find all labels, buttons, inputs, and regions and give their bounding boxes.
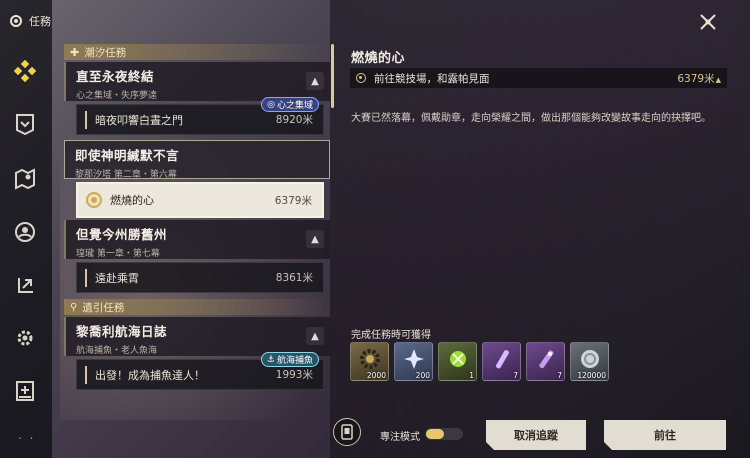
shield-banner-icon[interactable] (12, 111, 38, 137)
quest-item-label: 出發！成為捕魚達人！ (95, 368, 205, 382)
return-arrow-icon[interactable] (12, 272, 38, 298)
focus-mode-toggle[interactable] (425, 428, 463, 440)
reward-item[interactable]: 7 (526, 342, 565, 381)
terminal-device-icon[interactable] (333, 418, 361, 446)
close-icon[interactable] (695, 9, 721, 35)
quest-item-distance: 8361米 (275, 272, 313, 284)
reward-count: 7 (513, 371, 518, 380)
quest-list: ✚ 潮汐任務 直至永夜終結 心之集域・失序夢達 ▲ 暗夜叩響白晝之門 8920米… (64, 44, 330, 458)
purple-tube-icon (496, 350, 509, 369)
window-title: 任務 (29, 15, 51, 28)
chevron-up-icon[interactable]: ▲ (306, 327, 324, 345)
quest-item-label: 遠赴乘霄 (95, 271, 139, 285)
quest-group-title: 黎喬利航海日誌 (76, 324, 168, 339)
quest-group[interactable]: 但覺今州勝舊州 瑝瓏 第一章・第七幕 ▲ (64, 220, 330, 259)
list-scrollbar[interactable] (331, 44, 334, 108)
reward-count: 1 (469, 371, 474, 380)
quest-item-distance: 8920米 (275, 114, 313, 126)
toggle-knob (426, 429, 444, 439)
book-plus-icon[interactable] (12, 378, 38, 404)
quest-group-title: 直至永夜終結 (76, 69, 155, 84)
silver-coin-icon (581, 350, 599, 368)
objective-row: 前往競技場，和露帕見面 6379米▲ (350, 68, 727, 88)
chevron-up-icon[interactable]: ▲ (306, 230, 324, 248)
reward-count: 120000 (577, 371, 606, 380)
map-pin-icon[interactable] (12, 166, 38, 192)
green-gem-icon (450, 351, 466, 367)
quest-group-subtitle: 瑝瓏 第一章・第七幕 (76, 249, 160, 259)
reward-count: 200 (415, 371, 430, 380)
section-title: 潮汐任務 (84, 46, 127, 59)
quest-item-label: 燃燒的心 (110, 194, 154, 207)
quest-group[interactable]: 直至永夜終結 心之集域・失序夢達 ▲ (64, 62, 330, 101)
section-header-legacy: ⚲ 遺引任務 (64, 299, 330, 315)
quest-medal-icon (86, 192, 102, 208)
character-circle-icon[interactable] (12, 219, 38, 245)
item-marker (85, 365, 87, 384)
reward-list: 2000 200 1 7 7 120000 (350, 342, 609, 381)
quest-group[interactable]: 黎喬利航海日誌 航海捕魚・老人魚海 ▲ (64, 317, 330, 356)
purple-vial-icon (539, 350, 554, 369)
objective-marker-icon (356, 73, 366, 83)
quest-diamond-icon[interactable] (12, 58, 38, 84)
quest-item-active[interactable]: 燃燒的心 6379米 (76, 182, 324, 218)
reward-item[interactable]: 1 (438, 342, 477, 381)
reward-item[interactable]: 2000 (350, 342, 389, 381)
crystal-shard-icon (404, 349, 424, 369)
quest-item[interactable]: 出發！成為捕魚達人！ 1993米 ⚓ 航海捕魚 (76, 352, 324, 390)
quest-group-title: 但覺今州勝舊州 (76, 227, 168, 242)
reward-item[interactable]: 200 (394, 342, 433, 381)
objective-text: 前往競技場，和露帕見面 (374, 72, 490, 85)
quest-item[interactable]: 暗夜叩響白晝之門 8920米 ◎ 心之集域 (76, 97, 324, 135)
focus-mode-label: 專注模式 (380, 432, 420, 443)
quest-item-distance: 6379米 (274, 194, 312, 207)
quest-item-distance: 1993米 (275, 369, 313, 381)
quest-item[interactable]: 遠赴乘霄 8361米 (76, 262, 324, 293)
cancel-tracking-button[interactable]: 取消追蹤 (486, 420, 586, 450)
reward-item[interactable]: 120000 (570, 342, 609, 381)
up-arrow-icon: ▲ (715, 75, 721, 84)
fish-icon: ⚓ (266, 354, 275, 365)
item-marker (85, 268, 87, 287)
plus-icon: ✚ (70, 45, 80, 59)
rewards-title: 完成任務時可獲得 (351, 330, 431, 341)
settings-cog-icon[interactable] (12, 325, 38, 351)
quest-group-selected[interactable]: 即使神明緘默不言 黎那汐塔 第二章・第六幕 (64, 140, 330, 180)
objective-distance: 6379米▲ (677, 72, 721, 85)
gear-coin-icon (360, 349, 380, 369)
window-title-bar: 任務 (8, 13, 51, 29)
quest-description: 大賽已然落幕，佩戴勛章，走向榮耀之間，做出那個能夠改變故事走向的抉擇吧。 (351, 113, 711, 124)
target-icon: ◎ (267, 99, 275, 110)
settings-gear-icon[interactable] (8, 13, 24, 29)
quest-group-title: 即使神明緘默不言 (75, 148, 180, 163)
reward-count: 7 (557, 371, 562, 380)
location-pin-icon: ⚲ (70, 301, 78, 313)
go-button[interactable]: 前往 (604, 420, 726, 450)
section-title: 遺引任務 (82, 301, 125, 314)
reward-count: 2000 (366, 371, 386, 380)
section-header-tide: ✚ 潮汐任務 (64, 44, 330, 60)
rail-more-dots: . . (18, 428, 36, 442)
quest-detail-title: 燃燒的心 (351, 51, 406, 66)
reward-item[interactable]: 7 (482, 342, 521, 381)
chevron-up-icon[interactable]: ▲ (306, 72, 324, 90)
item-marker (85, 110, 87, 129)
region-tag: ◎ 心之集域 (261, 97, 319, 112)
quest-group-subtitle: 黎那汐塔 第二章・第六幕 (75, 170, 177, 180)
quest-item-label: 暗夜叩響白晝之門 (95, 113, 183, 127)
activity-tag: ⚓ 航海捕魚 (260, 352, 319, 367)
